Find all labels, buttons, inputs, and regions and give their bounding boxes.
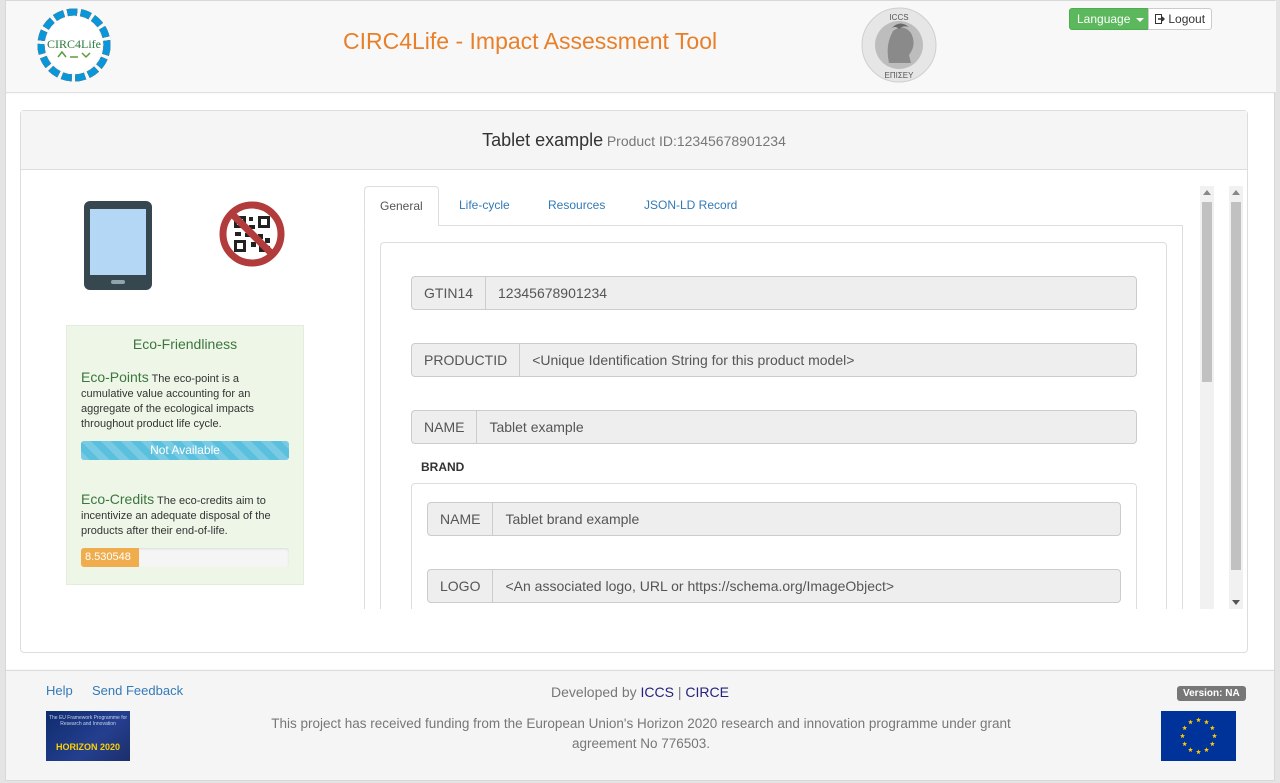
product-panel: Tablet example Product ID:12345678901234 <box>20 110 1248 653</box>
field-key: GTIN14 <box>412 277 487 309</box>
tab-life-cycle[interactable]: Life-cycle <box>444 186 525 226</box>
field-value: <An associated logo, URL or https://sche… <box>505 578 895 594</box>
iccs-logo: ICCS ΕΠΙΣΕΥ <box>861 7 937 83</box>
brand-logo-field[interactable]: LOGO <An associated logo, URL or https:/… <box>427 569 1121 603</box>
footer: Help Send Feedback Developed by ICCS | C… <box>6 670 1274 780</box>
general-tab-content: GTIN14 12345678901234 PRODUCTID <Unique … <box>364 226 1183 609</box>
eco-credits-section: Eco-Credits The eco-credits aim to incen… <box>81 492 289 539</box>
product-name: Tablet example <box>482 130 604 150</box>
field-value: Tablet brand example <box>505 511 640 527</box>
developed-by: Developed by ICCS | CIRCE <box>6 684 1274 700</box>
scroll-up-icon[interactable] <box>1232 190 1240 195</box>
inner-scrollbar[interactable] <box>1200 186 1214 609</box>
eco-points-section: Eco-Points The eco-point is a cumulative… <box>81 370 289 432</box>
tablet-icon <box>84 201 152 290</box>
tab-general[interactable]: General <box>364 186 439 226</box>
eco-title: Eco-Friendliness <box>132 336 238 352</box>
productid-field[interactable]: PRODUCTID <Unique Identification String … <box>411 343 1137 377</box>
general-panel: GTIN14 12345678901234 PRODUCTID <Unique … <box>380 242 1167 609</box>
logout-button[interactable]: Logout <box>1148 8 1213 30</box>
brand-name-field[interactable]: NAME Tablet brand example <box>427 502 1121 536</box>
brand-heading: BRAND <box>421 460 465 474</box>
horizon-2020-logo: The EU Framework Programme for Research … <box>46 711 130 761</box>
product-id: Product ID:12345678901234 <box>606 133 786 149</box>
developed-by-label: Developed by <box>551 684 637 700</box>
iccs-link[interactable]: ICCS <box>641 684 674 700</box>
no-qr-code-icon <box>219 201 285 267</box>
eco-credits-fill: 8.530548 <box>81 548 140 567</box>
field-key: LOGO <box>428 570 494 602</box>
field-value: <Unique Identification String for this p… <box>532 352 855 368</box>
scroll-down-icon[interactable] <box>1232 600 1240 605</box>
circe-link[interactable]: CIRCE <box>685 684 729 700</box>
header: CIRC4Life CIRC4Life - Impact Assessment … <box>6 1 1276 93</box>
field-key: NAME <box>428 503 494 535</box>
field-value: 12345678901234 <box>498 285 608 301</box>
language-dropdown-button[interactable]: Language <box>1069 8 1152 30</box>
circ4life-logo[interactable]: CIRC4Life <box>36 7 112 83</box>
product-heading: Tablet example Product ID:12345678901234 <box>21 111 1247 170</box>
scroll-thumb[interactable] <box>1202 202 1212 382</box>
funding-statement: This project has received funding from t… <box>271 716 1011 751</box>
eco-friendliness-box: Eco-Friendliness Eco-Points The eco-poin… <box>66 325 304 585</box>
name-field[interactable]: NAME Tablet example <box>411 410 1137 444</box>
logout-label: Logout <box>1168 12 1206 26</box>
eco-credits-label: Eco-Credits <box>81 491 155 507</box>
logo-text: CIRC4Life <box>47 37 101 51</box>
iccs-logo-bottom-text: ΕΠΙΣΕΥ <box>885 71 915 80</box>
gtin14-field[interactable]: GTIN14 12345678901234 <box>411 276 1137 310</box>
eco-credits-progress-bar: 8.530548 <box>81 548 289 567</box>
eco-points-label: Eco-Points <box>81 369 149 385</box>
caret-down-icon <box>1135 17 1144 22</box>
tab-resources[interactable]: Resources <box>533 186 620 226</box>
field-key: NAME <box>412 411 478 443</box>
h2020-subtitle: The EU Framework Programme for Research … <box>48 715 128 727</box>
version-badge: Version: NA <box>1177 686 1246 701</box>
h2020-label: HORIZON 2020 <box>55 742 121 752</box>
field-key: PRODUCTID <box>412 344 521 376</box>
iccs-logo-top-text: ICCS <box>889 13 908 22</box>
field-value: Tablet example <box>489 419 584 435</box>
eu-flag-icon <box>1161 711 1236 761</box>
main-content: Tablet example Product ID:12345678901234 <box>6 94 1274 669</box>
tab-json-ld-record[interactable]: JSON-LD Record <box>629 186 752 226</box>
eco-points-progress-bar: Not Available <box>81 441 289 460</box>
tab-bar: General Life-cycle Resources JSON-LD Rec… <box>364 186 1183 226</box>
brand-panel: NAME Tablet brand example LOGO <An assoc… <box>411 483 1137 609</box>
app-window: CIRC4Life CIRC4Life - Impact Assessment … <box>5 0 1276 781</box>
outer-scrollbar[interactable] <box>1229 186 1243 609</box>
separator: | <box>677 684 682 700</box>
scroll-thumb[interactable] <box>1231 202 1241 570</box>
app-title: CIRC4Life - Impact Assessment Tool <box>343 28 718 54</box>
language-label: Language <box>1077 12 1131 26</box>
scroll-up-icon[interactable] <box>1203 190 1211 195</box>
logout-icon <box>1155 14 1165 24</box>
